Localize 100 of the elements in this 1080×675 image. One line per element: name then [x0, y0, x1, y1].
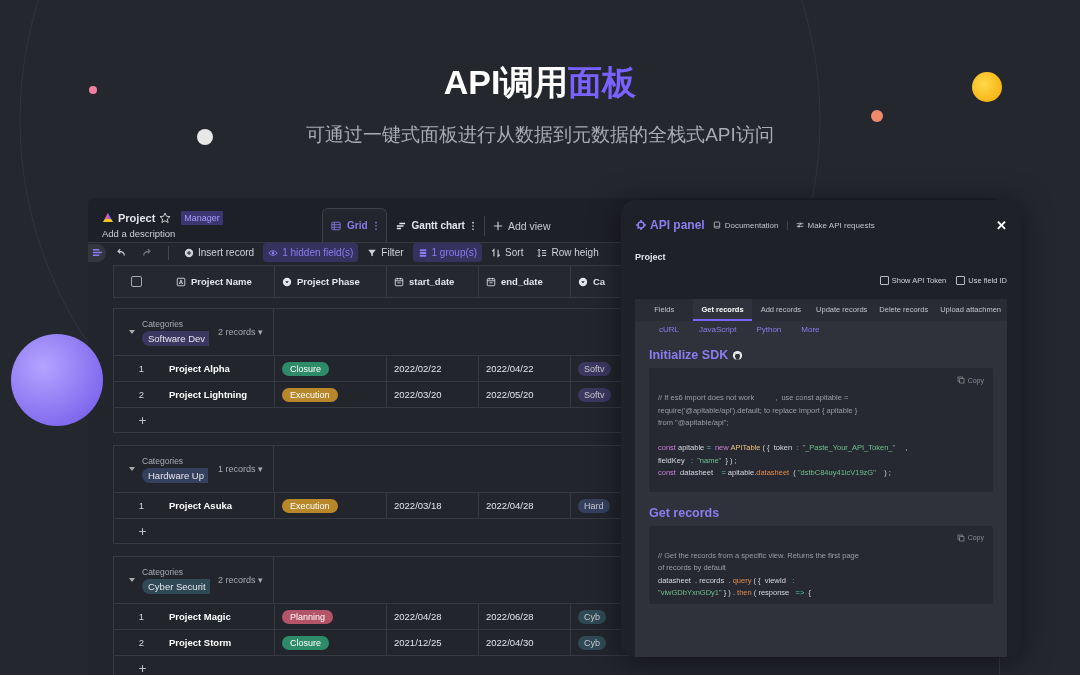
- category-tag: Hardware Up: [142, 467, 208, 483]
- stack-icon: [417, 247, 428, 258]
- view-tab[interactable]: Grid: [322, 208, 387, 242]
- add-row-icon[interactable]: [138, 663, 147, 673]
- phase-tag: Closure: [282, 361, 329, 376]
- description[interactable]: Add a description: [102, 228, 322, 239]
- decor-dot: [89, 86, 97, 94]
- datasheet-name: Project: [635, 252, 667, 262]
- toolbar-button[interactable]: Filter: [362, 243, 409, 262]
- api-requests-link[interactable]: Make API requests: [795, 220, 875, 230]
- more-icon[interactable]: [373, 220, 378, 231]
- star-icon[interactable]: [159, 212, 172, 224]
- dropdown-field-icon: [282, 276, 292, 287]
- decor-dot: [197, 129, 213, 145]
- toolbar-button[interactable]: 1 group(s): [412, 243, 483, 262]
- table-cell-text: Project Alpha: [169, 362, 231, 376]
- phase-tag: Execution: [282, 387, 338, 402]
- toolbar-button[interactable]: Row heigh: [532, 243, 604, 262]
- column-header[interactable]: start_date: [386, 266, 478, 297]
- panel-title: API panel: [635, 218, 705, 232]
- table-cell: 2021/12/25: [386, 630, 478, 655]
- add-circle-icon: [184, 247, 194, 258]
- undo-icon[interactable]: [116, 247, 126, 258]
- table-cell: 2022/03/18: [386, 493, 478, 518]
- role-badge: Manager: [181, 211, 223, 225]
- row-number: 2: [137, 388, 146, 402]
- gantt-icon: [395, 220, 406, 231]
- phase-tag: Planning: [282, 609, 334, 624]
- grid-icon: [331, 220, 341, 231]
- decor-planet: [972, 72, 1002, 102]
- eye-icon: [268, 247, 279, 258]
- collapse-caret-icon[interactable]: [128, 328, 136, 336]
- plus-icon: [492, 221, 503, 231]
- language-link[interactable]: JavaScript: [699, 325, 737, 334]
- phase-tag: Execution: [282, 498, 338, 513]
- toolbar-button[interactable]: Insert record: [179, 243, 260, 262]
- group-field-label: Categories: [142, 318, 184, 329]
- category-tag: Hard: [578, 498, 610, 513]
- copy-icon: [956, 376, 965, 384]
- toolbar-button[interactable]: Sort: [486, 243, 529, 262]
- column-header[interactable]: end_date: [478, 266, 570, 297]
- column-header[interactable]: Ca: [570, 266, 618, 297]
- collapse-caret-icon[interactable]: [128, 576, 136, 584]
- table-cell-text: Project Lightning: [169, 388, 249, 402]
- row-number: 1: [137, 362, 146, 376]
- text-field-icon: [176, 276, 186, 287]
- view-tab[interactable]: Gantt chart: [386, 208, 484, 242]
- table-cell: 2022/05/20: [478, 382, 570, 407]
- category-tag: Cyb: [578, 609, 606, 624]
- category-tag: Softv: [578, 361, 611, 376]
- record-count[interactable]: 2 records ▾: [218, 575, 263, 585]
- redo-icon[interactable]: [142, 247, 152, 258]
- category-tag: Cyb: [578, 635, 606, 650]
- language-link[interactable]: More: [801, 325, 820, 334]
- more-icon[interactable]: [470, 220, 475, 231]
- calendar-icon: [486, 276, 496, 287]
- sort-icon: [491, 247, 502, 258]
- decor-dot: [871, 110, 883, 122]
- table-cell-text: Project Storm: [169, 636, 233, 650]
- row-number: 1: [137, 499, 146, 513]
- group-field-label: Categories: [142, 566, 184, 577]
- toolbar-button[interactable]: 1 hidden field(s): [263, 243, 359, 262]
- category-tag: Cyber Securit: [142, 578, 210, 594]
- checkbox[interactable]: [956, 276, 966, 285]
- row-number: 2: [137, 636, 146, 650]
- add-row-icon[interactable]: [138, 526, 147, 536]
- section-heading: Initialize SDK: [649, 348, 993, 362]
- logo-icon: [102, 212, 114, 224]
- table-cell: 2022/03/20: [386, 382, 478, 407]
- column-header[interactable]: Project Phase: [274, 266, 386, 297]
- copy-icon: [956, 533, 965, 542]
- category-tag: Software Dev: [142, 330, 210, 346]
- language-link[interactable]: Python: [756, 325, 782, 334]
- calendar-icon: [394, 276, 404, 287]
- table-cell: 2022/06/28: [478, 604, 570, 629]
- close-button[interactable]: ✕: [996, 217, 1007, 233]
- github-icon[interactable]: [732, 349, 744, 361]
- sliders-icon: [795, 221, 804, 229]
- section-heading: Get records: [649, 505, 721, 520]
- record-count[interactable]: 2 records ▾: [218, 327, 263, 337]
- column-header[interactable]: Project Name: [169, 266, 274, 297]
- select-all-checkbox[interactable]: [131, 276, 142, 287]
- category-tag: Softv: [578, 387, 611, 402]
- subtitle: 可通过一键式面板进行从数据到元数据的全栈式API访问: [306, 123, 774, 147]
- table-cell: 2022/04/22: [478, 356, 570, 381]
- table-cell: 2022/04/28: [478, 493, 570, 518]
- collapse-caret-icon[interactable]: [128, 465, 136, 473]
- table-cell: 2022/04/28: [386, 604, 478, 629]
- headline: API调用面板: [443, 62, 637, 103]
- add-row-icon[interactable]: [138, 415, 147, 425]
- sidebar-toggle-icon[interactable]: [88, 243, 106, 262]
- row-number: 1: [137, 610, 146, 624]
- checkbox[interactable]: [879, 276, 889, 285]
- record-count[interactable]: 1 records ▾: [218, 464, 263, 474]
- table-cell: 2022/02/22: [386, 356, 478, 381]
- add-view-button[interactable]: Add view: [483, 216, 559, 236]
- language-link[interactable]: cURL: [659, 325, 679, 334]
- group-field-label: Categories: [142, 455, 184, 466]
- documentation-link[interactable]: Documentation: [712, 220, 779, 230]
- row-height-icon: [537, 247, 548, 258]
